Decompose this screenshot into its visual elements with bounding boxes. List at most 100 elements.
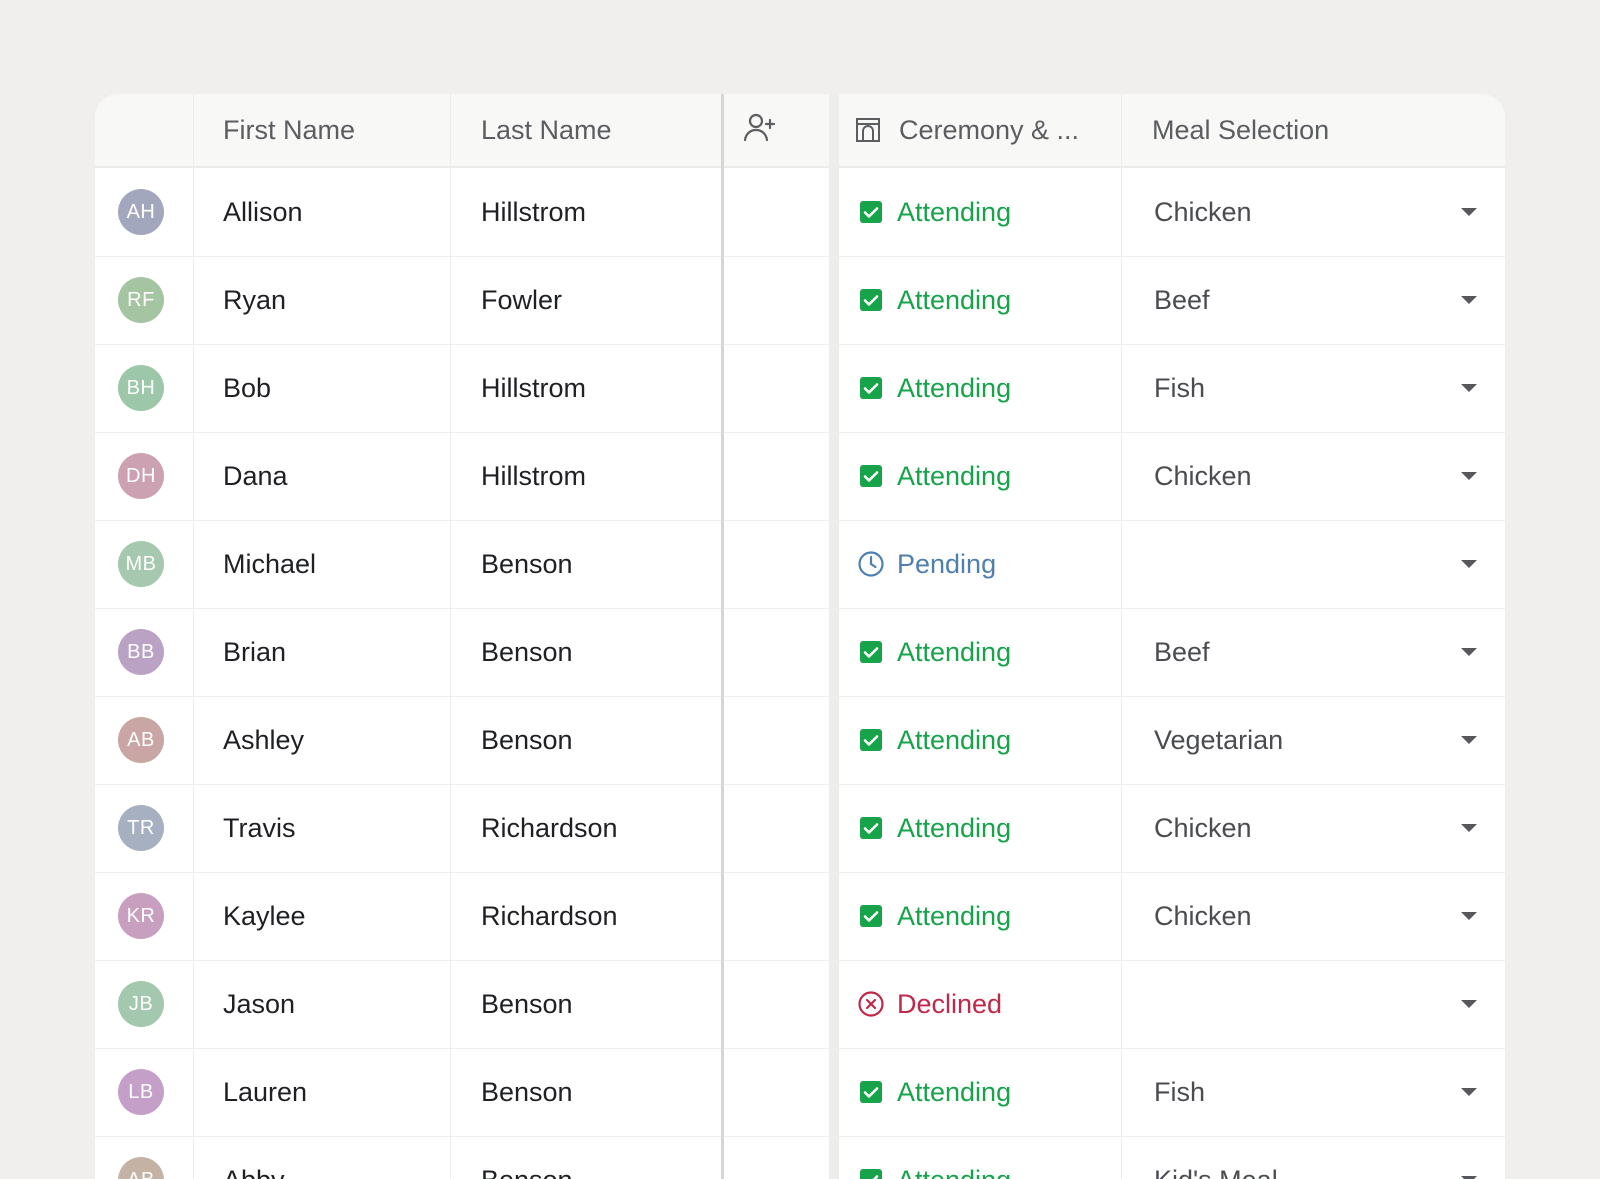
avatar[interactable]: RF: [118, 277, 164, 323]
chevron-down-icon[interactable]: [1461, 560, 1477, 568]
meal-selection-dropdown[interactable]: Beef: [1122, 608, 1505, 696]
last-name-cell[interactable]: Fowler: [481, 256, 562, 344]
checkbox-checked-icon: [857, 462, 885, 490]
meal-selection-dropdown[interactable]: Chicken: [1122, 784, 1505, 872]
last-name-cell[interactable]: Benson: [481, 1048, 573, 1136]
meal-selection-dropdown[interactable]: Chicken: [1122, 168, 1505, 256]
avatar[interactable]: AB: [118, 717, 164, 763]
table-row[interactable]: BH Bob Hillstrom Attending Fish: [95, 344, 1505, 433]
last-name-cell[interactable]: Hillstrom: [481, 432, 586, 520]
chevron-down-icon[interactable]: [1461, 384, 1477, 392]
avatar[interactable]: MB: [118, 541, 164, 587]
last-name-cell[interactable]: Benson: [481, 520, 573, 608]
meal-selection-dropdown[interactable]: Beef: [1122, 256, 1505, 344]
guest-table: First Name Last Name Ceremony & ... Meal…: [95, 94, 1505, 1179]
avatar[interactable]: BB: [118, 629, 164, 675]
first-name-cell[interactable]: Brian: [223, 608, 286, 696]
chevron-down-icon[interactable]: [1461, 824, 1477, 832]
first-name-cell[interactable]: Ashley: [223, 696, 304, 784]
first-name-cell[interactable]: Kaylee: [223, 872, 306, 960]
rsvp-status-cell[interactable]: Attending: [857, 608, 1011, 696]
first-name-cell[interactable]: Travis: [223, 784, 296, 872]
first-name-cell[interactable]: Abby: [223, 1136, 285, 1179]
avatar[interactable]: DH: [118, 453, 164, 499]
table-row[interactable]: AB Abby Benson Attending Kid's Meal: [95, 1136, 1505, 1179]
chevron-down-icon[interactable]: [1461, 1088, 1477, 1096]
table-row[interactable]: AB Ashley Benson Attending Vegetarian: [95, 696, 1505, 785]
last-name-cell[interactable]: Benson: [481, 608, 573, 696]
avatar[interactable]: AH: [118, 189, 164, 235]
first-name-cell[interactable]: Lauren: [223, 1048, 307, 1136]
table-row[interactable]: MB Michael Benson Pending: [95, 520, 1505, 609]
last-name-cell[interactable]: Hillstrom: [481, 344, 586, 432]
rsvp-status-cell[interactable]: Declined: [857, 960, 1002, 1048]
meal-selection-value: Chicken: [1154, 460, 1252, 491]
rsvp-status-cell[interactable]: Attending: [857, 1048, 1011, 1136]
rsvp-status-cell[interactable]: Attending: [857, 256, 1011, 344]
meal-selection-dropdown[interactable]: Fish: [1122, 344, 1505, 432]
rsvp-status-cell[interactable]: Attending: [857, 872, 1011, 960]
first-name-cell[interactable]: Bob: [223, 344, 271, 432]
table-row[interactable]: LB Lauren Benson Attending Fish: [95, 1048, 1505, 1137]
last-name-cell[interactable]: Hillstrom: [481, 168, 586, 256]
avatar[interactable]: AB: [118, 1157, 164, 1179]
column-header-meal-selection[interactable]: Meal Selection: [1152, 94, 1329, 166]
avatar[interactable]: KR: [118, 893, 164, 939]
meal-selection-dropdown[interactable]: [1122, 520, 1505, 608]
avatar-cell: AB: [118, 696, 164, 784]
rsvp-status-cell[interactable]: Pending: [857, 520, 996, 608]
chevron-down-icon[interactable]: [1461, 912, 1477, 920]
checkbox-checked-icon: [857, 726, 885, 754]
meal-selection-dropdown[interactable]: Fish: [1122, 1048, 1505, 1136]
rsvp-status-cell[interactable]: Attending: [857, 1136, 1011, 1179]
meal-selection-value: Chicken: [1154, 196, 1252, 227]
avatar-cell: JB: [118, 960, 164, 1048]
first-name-cell[interactable]: Michael: [223, 520, 316, 608]
avatar[interactable]: JB: [118, 981, 164, 1027]
rsvp-status-cell[interactable]: Attending: [857, 432, 1011, 520]
rsvp-status-cell[interactable]: Attending: [857, 344, 1011, 432]
chevron-down-icon[interactable]: [1461, 648, 1477, 656]
chevron-down-icon[interactable]: [1461, 208, 1477, 216]
table-row[interactable]: DH Dana Hillstrom Attending Chicken: [95, 432, 1505, 521]
meal-selection-value: Chicken: [1154, 812, 1252, 843]
table-row[interactable]: BB Brian Benson Attending Beef: [95, 608, 1505, 697]
column-header-first-name[interactable]: First Name: [223, 94, 355, 166]
avatar[interactable]: BH: [118, 365, 164, 411]
meal-selection-dropdown[interactable]: Kid's Meal: [1122, 1136, 1505, 1179]
table-row[interactable]: RF Ryan Fowler Attending Beef: [95, 256, 1505, 345]
last-name-cell[interactable]: Benson: [481, 696, 573, 784]
rsvp-status-label: Attending: [897, 284, 1012, 315]
rsvp-status-cell[interactable]: Attending: [857, 696, 1011, 784]
first-name-cell[interactable]: Allison: [223, 168, 303, 256]
meal-selection-dropdown[interactable]: Vegetarian: [1122, 696, 1505, 784]
last-name-cell[interactable]: Benson: [481, 960, 573, 1048]
last-name-cell[interactable]: Benson: [481, 1136, 573, 1179]
rsvp-status-label: Attending: [897, 900, 1012, 931]
meal-selection-dropdown[interactable]: [1122, 960, 1505, 1048]
chevron-down-icon[interactable]: [1461, 472, 1477, 480]
add-guest-column-button[interactable]: [743, 94, 777, 166]
chevron-down-icon[interactable]: [1461, 296, 1477, 304]
meal-selection-dropdown[interactable]: Chicken: [1122, 872, 1505, 960]
table-row[interactable]: JB Jason Benson Declined: [95, 960, 1505, 1049]
avatar[interactable]: LB: [118, 1069, 164, 1115]
rsvp-status-cell[interactable]: Attending: [857, 784, 1011, 872]
first-name-cell[interactable]: Ryan: [223, 256, 286, 344]
avatar[interactable]: TR: [118, 805, 164, 851]
rsvp-status-cell[interactable]: Attending: [857, 168, 1011, 256]
meal-selection-dropdown[interactable]: Chicken: [1122, 432, 1505, 520]
avatar-cell: KR: [118, 872, 164, 960]
chevron-down-icon[interactable]: [1461, 1000, 1477, 1008]
chevron-down-icon[interactable]: [1461, 736, 1477, 744]
table-row[interactable]: TR Travis Richardson Attending Chicken: [95, 784, 1505, 873]
table-row[interactable]: KR Kaylee Richardson Attending Chicken: [95, 872, 1505, 961]
column-header-last-name[interactable]: Last Name: [481, 94, 612, 166]
column-header-ceremony[interactable]: Ceremony & ...: [855, 94, 1079, 166]
first-name-cell[interactable]: Jason: [223, 960, 295, 1048]
last-name-cell[interactable]: Richardson: [481, 784, 618, 872]
last-name-cell[interactable]: Richardson: [481, 872, 618, 960]
avatar-cell: TR: [118, 784, 164, 872]
table-row[interactable]: AH Allison Hillstrom Attending Chicken: [95, 168, 1505, 257]
first-name-cell[interactable]: Dana: [223, 432, 288, 520]
